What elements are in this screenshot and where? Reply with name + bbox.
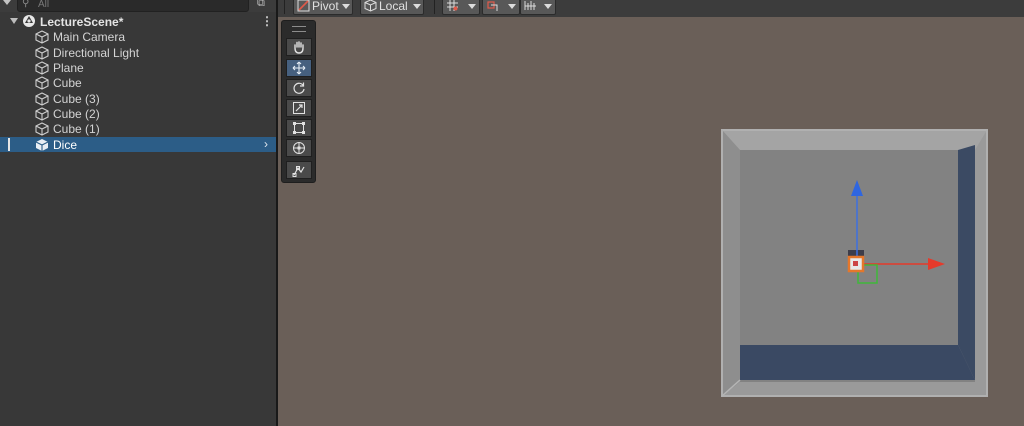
list-item-plane[interactable]: Plane — [0, 60, 276, 75]
caret-down-icon — [468, 4, 476, 9]
snap-settings-button[interactable] — [520, 0, 556, 15]
gameobject-cube-icon — [35, 92, 49, 106]
room-wall-bottom-shadow — [740, 345, 975, 380]
hand-icon — [294, 41, 304, 54]
hand-tool-button[interactable] — [286, 38, 312, 56]
gameobject-cube-icon — [35, 122, 49, 136]
toolbar-separator — [434, 0, 435, 14]
room-wall-right-shadow — [958, 145, 975, 380]
increment-snap-icon — [487, 1, 498, 11]
list-item-cube[interactable]: Cube — [0, 75, 276, 90]
list-item-label: Dice — [53, 138, 78, 152]
list-item-dice[interactable]: Dice › — [0, 137, 276, 152]
create-dropdown-icon[interactable] — [3, 0, 11, 5]
list-item-cube-1[interactable]: Cube (1) — [0, 121, 276, 136]
list-item-label: Cube (1) — [53, 122, 100, 136]
fold-arrow-icon[interactable] — [10, 18, 18, 24]
scene-menu-icon[interactable]: ⋮ — [261, 14, 273, 28]
room-wall-left — [722, 130, 740, 396]
search-icon: ⚲ — [22, 0, 30, 9]
list-item-label: Cube — [53, 76, 82, 90]
room-wall-top — [722, 130, 987, 150]
hierarchy-options-icon[interactable]: ⧉ — [257, 0, 269, 9]
grid-snap-icon — [447, 0, 458, 11]
hierarchy-panel: ⚲ All ⧉ LectureScene* ⋮ Main Camera Dire… — [0, 0, 276, 426]
scale-tool-button[interactable] — [286, 99, 312, 117]
caret-down-icon — [544, 4, 552, 9]
list-item-cube-3[interactable]: Cube (3) — [0, 91, 276, 106]
list-item-cube-2[interactable]: Cube (2) — [0, 106, 276, 121]
scene-view[interactable] — [278, 0, 1024, 426]
rotate-tool-button[interactable] — [286, 79, 312, 97]
gameobject-cube-icon — [35, 30, 49, 44]
gameobject-cube-icon — [35, 139, 49, 151]
transform-tool-button[interactable] — [286, 139, 312, 157]
rect-tool-button[interactable] — [286, 119, 312, 137]
gameobject-cube-icon — [35, 76, 49, 90]
toolbar-separator — [284, 0, 285, 14]
list-item-label: Main Camera — [53, 30, 126, 44]
increment-snapping-button[interactable] — [482, 0, 520, 15]
pivot-label: Pivot — [312, 0, 339, 13]
move-tool-button[interactable] — [286, 59, 312, 77]
scene-geometry — [721, 129, 988, 397]
list-item-label: Plane — [53, 61, 84, 75]
scale-icon — [293, 102, 305, 114]
hierarchy-search-field[interactable]: ⚲ All — [17, 0, 249, 12]
unity-scene-icon — [23, 15, 35, 27]
hierarchy-toolbar: ⚲ All ⧉ — [0, 0, 276, 12]
tools-overlay — [281, 20, 316, 183]
drag-handle-icon[interactable] — [292, 26, 306, 32]
gameobject-cube-icon — [35, 46, 49, 60]
move-icon — [292, 61, 306, 75]
grid-snapping-button[interactable] — [442, 0, 480, 15]
scene-name: LectureScene* — [40, 15, 124, 29]
search-placeholder: All — [38, 0, 50, 10]
rotate-icon — [293, 82, 305, 94]
list-item-directional-light[interactable]: Directional Light — [0, 45, 276, 60]
list-item-label: Cube (2) — [53, 107, 100, 121]
gameobject-cube-icon — [35, 61, 49, 75]
custom-tool-icon — [292, 166, 305, 177]
transform-icon — [293, 142, 305, 154]
ruler-icon — [524, 1, 536, 10]
list-item-label: Cube (3) — [53, 92, 100, 106]
pivot-icon — [297, 0, 310, 12]
list-item-main-camera[interactable]: Main Camera — [0, 29, 276, 44]
scene-toolbar: Pivot Local — [278, 0, 1024, 17]
rect-icon — [293, 122, 305, 134]
local-cube-icon — [364, 0, 377, 12]
gameobject-cube-icon — [35, 107, 49, 121]
chevron-right-icon[interactable]: › — [264, 137, 268, 151]
local-dropdown[interactable]: Local — [360, 0, 424, 15]
custom-tool-button[interactable] — [286, 161, 312, 179]
unity-editor: ⚲ All ⧉ LectureScene* ⋮ Main Camera Dire… — [0, 0, 1024, 426]
caret-down-icon — [413, 4, 421, 9]
scene-root-row[interactable]: LectureScene* ⋮ — [0, 14, 276, 29]
caret-down-icon — [342, 4, 350, 9]
caret-down-icon — [508, 4, 516, 9]
selection-marker — [8, 138, 10, 151]
local-label: Local — [379, 0, 408, 13]
pivot-dropdown[interactable]: Pivot — [293, 0, 353, 15]
gizmo-center-dot — [853, 261, 858, 266]
list-item-label: Directional Light — [53, 46, 140, 60]
